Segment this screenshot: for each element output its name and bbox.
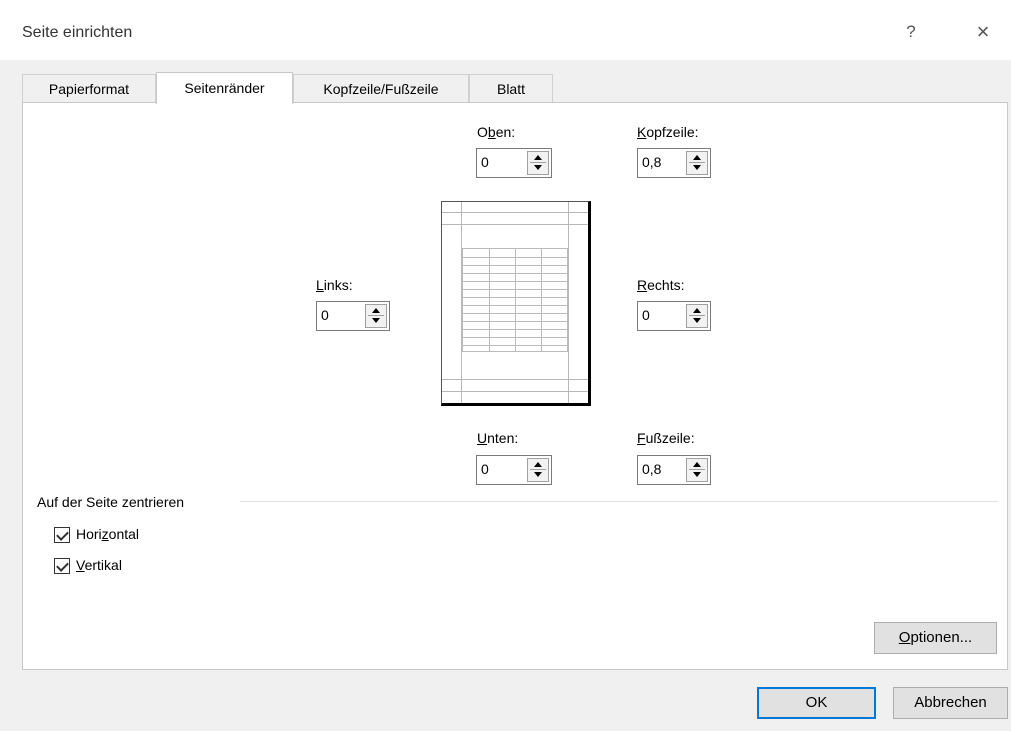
fusszeile-spin-buttons[interactable] — [686, 458, 708, 482]
links-spin-buttons[interactable] — [365, 304, 387, 328]
arrow-down-icon — [534, 165, 542, 170]
checkmark-icon — [56, 559, 69, 572]
oben-value[interactable]: 0 — [481, 154, 489, 170]
page-preview — [441, 201, 591, 406]
arrow-up-icon — [693, 155, 701, 160]
tab-blatt[interactable]: Blatt — [469, 74, 553, 102]
kopfzeile-value[interactable]: 0,8 — [642, 154, 661, 170]
tab-kopfzeile-fusszeile[interactable]: Kopfzeile/Fußzeile — [293, 74, 469, 102]
rechts-value[interactable]: 0 — [642, 307, 650, 323]
oben-spin-buttons[interactable] — [527, 151, 549, 175]
fusszeile-label: Fußzeile: — [637, 430, 695, 446]
arrow-down-icon — [693, 472, 701, 477]
kopfzeile-spinner[interactable]: 0,8 — [637, 148, 711, 178]
oben-spinner[interactable]: 0 — [476, 148, 552, 178]
rechts-label: Rechts: — [637, 277, 685, 293]
arrow-up-icon — [693, 308, 701, 313]
oben-label: Oben: — [477, 124, 516, 140]
table-preview-icon — [462, 248, 568, 352]
close-button[interactable]: × — [968, 18, 998, 46]
unten-label: Unten: — [477, 430, 519, 446]
checkmark-icon — [56, 528, 69, 541]
title-bar — [0, 0, 1011, 60]
vertikal-label[interactable]: Vertikal — [76, 557, 122, 573]
help-button[interactable]: ? — [897, 18, 925, 46]
unten-spinner[interactable]: 0 — [476, 455, 552, 485]
horizontal-label[interactable]: Horizontal — [76, 526, 139, 542]
fusszeile-value[interactable]: 0,8 — [642, 461, 661, 477]
arrow-up-icon — [693, 462, 701, 467]
arrow-down-icon — [372, 318, 380, 323]
tab-papierformat[interactable]: Papierformat — [22, 74, 156, 102]
links-label: Links: — [316, 277, 353, 293]
horizontal-checkbox[interactable] — [54, 527, 70, 543]
rechts-spinner[interactable]: 0 — [637, 301, 711, 331]
links-value[interactable]: 0 — [321, 307, 329, 323]
kopfzeile-label: Kopfzeile: — [637, 124, 699, 140]
arrow-down-icon — [693, 165, 701, 170]
arrow-down-icon — [534, 472, 542, 477]
links-spinner[interactable]: 0 — [316, 301, 390, 331]
tab-seitenraender[interactable]: Seitenränder — [156, 72, 293, 104]
section-divider — [240, 501, 998, 502]
unten-spin-buttons[interactable] — [527, 458, 549, 482]
rechts-spin-buttons[interactable] — [686, 304, 708, 328]
arrow-up-icon — [372, 308, 380, 313]
unten-value[interactable]: 0 — [481, 461, 489, 477]
kopfzeile-spin-buttons[interactable] — [686, 151, 708, 175]
vertikal-checkbox[interactable] — [54, 558, 70, 574]
arrow-up-icon — [534, 155, 542, 160]
arrow-up-icon — [534, 462, 542, 467]
abbrechen-button[interactable]: Abbrechen — [893, 687, 1008, 719]
optionen-button[interactable]: Optionen... — [874, 622, 997, 654]
ok-button[interactable]: OK — [757, 687, 876, 719]
arrow-down-icon — [693, 318, 701, 323]
dialog-title: Seite einrichten — [22, 24, 133, 41]
center-heading: Auf der Seite zentrieren — [37, 494, 185, 510]
fusszeile-spinner[interactable]: 0,8 — [637, 455, 711, 485]
